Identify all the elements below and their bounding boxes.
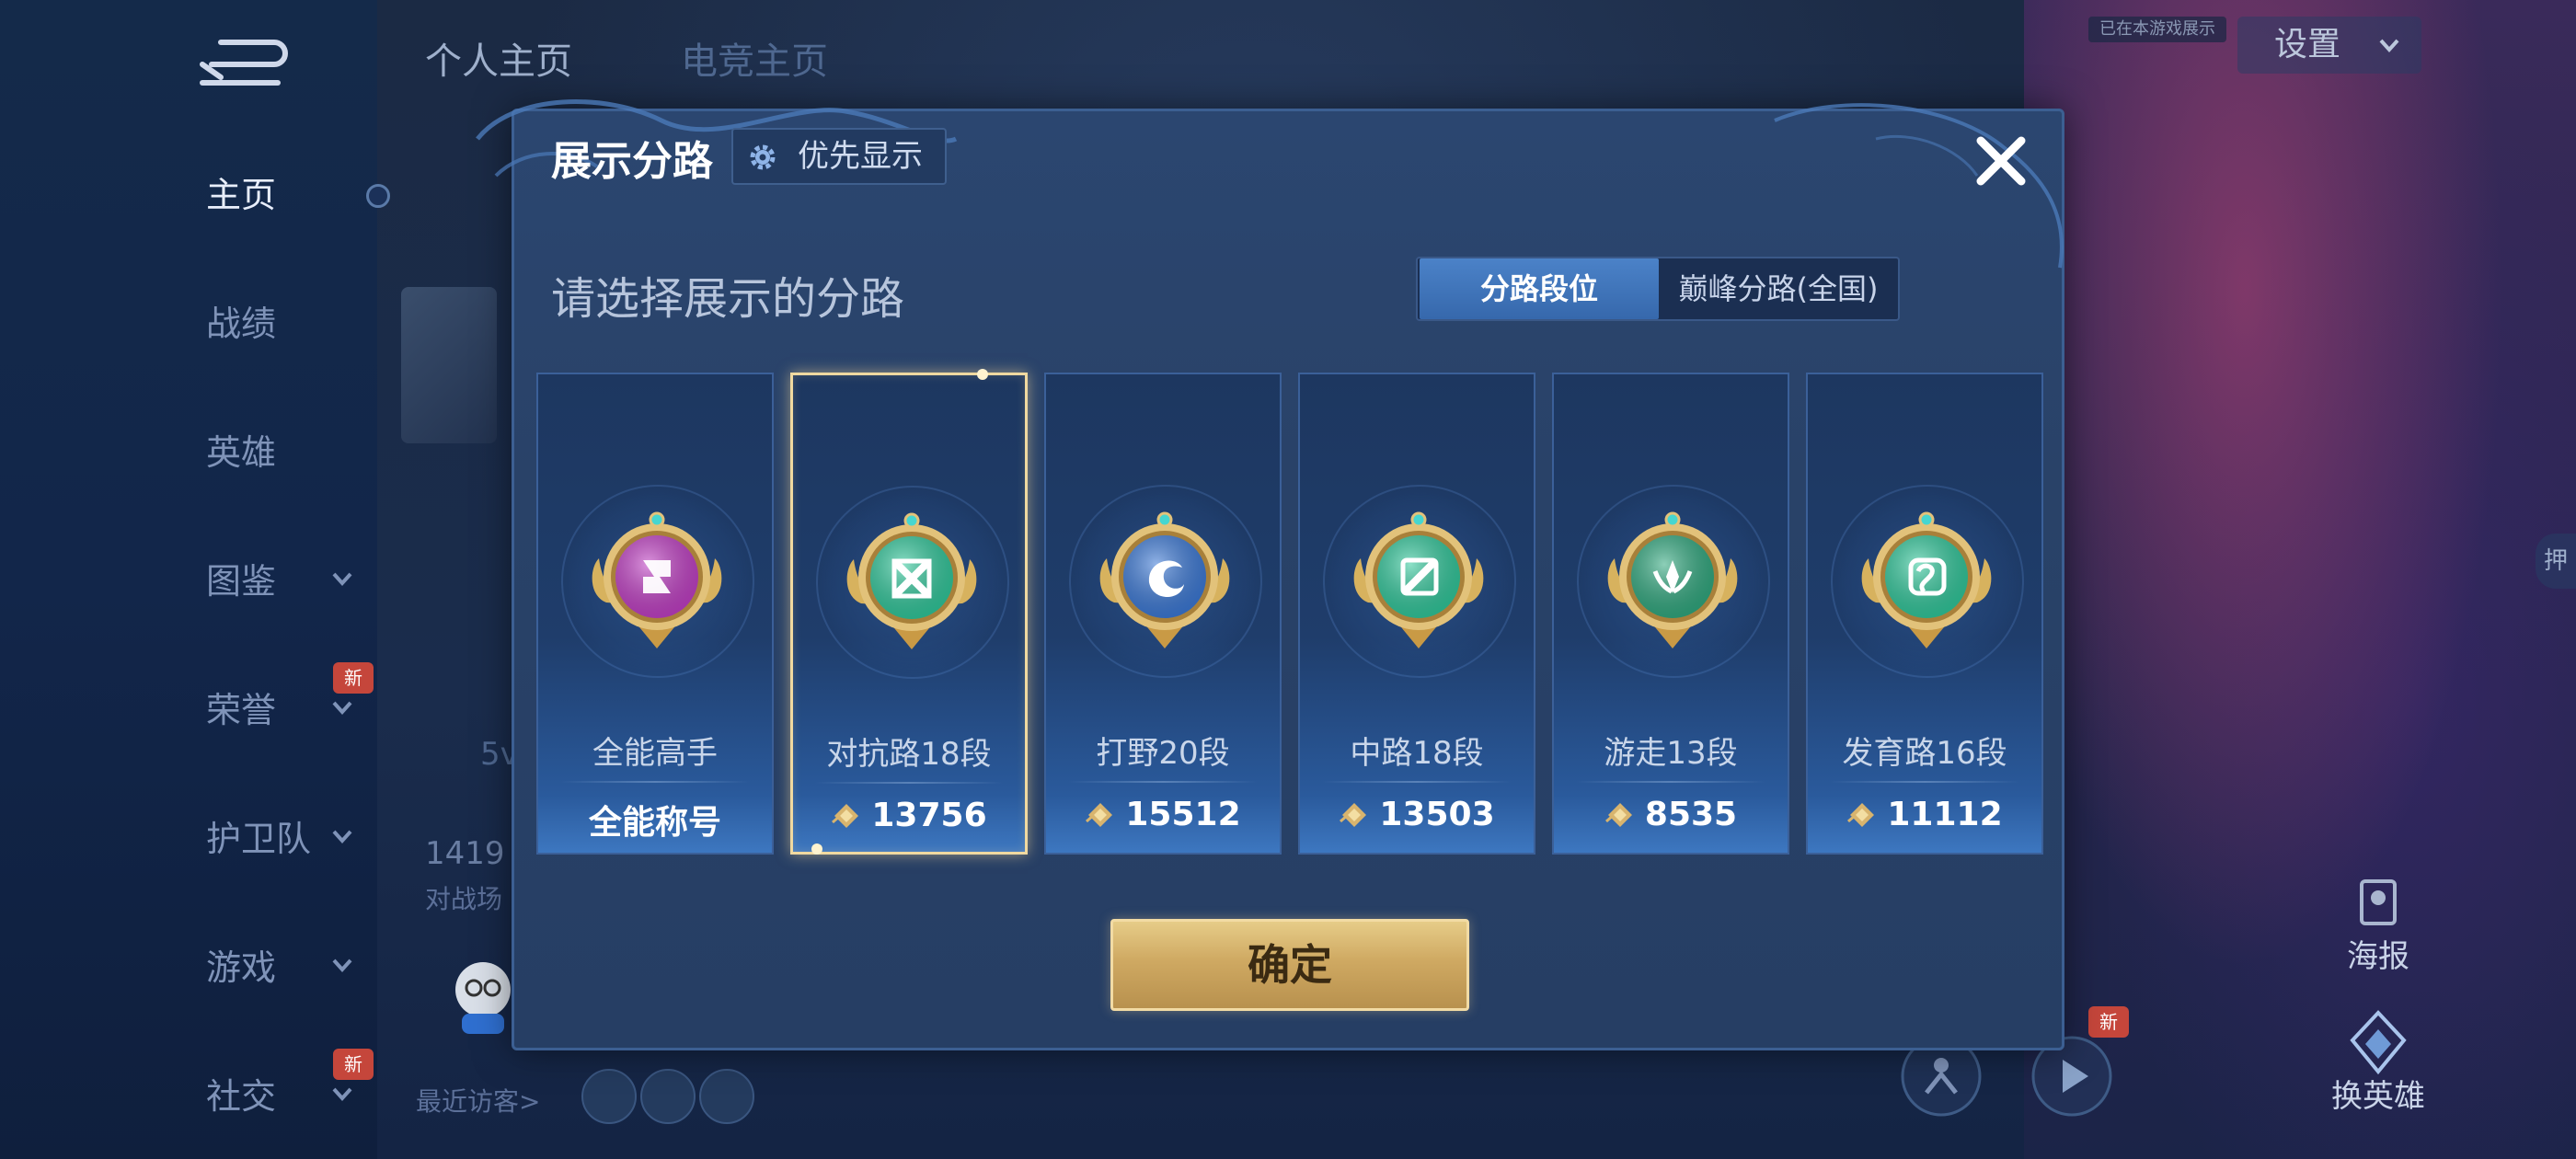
stat-label: 对战场 (425, 884, 503, 914)
sidebar-item-heroes[interactable]: 英雄 (147, 425, 386, 480)
farm-lane-badge-icon (1861, 511, 1992, 648)
tab-lane-rank[interactable]: 分路段位 (1420, 258, 1659, 319)
back-arrow-icon[interactable] (193, 37, 294, 88)
dialog-title: 展示分路 (551, 138, 713, 185)
mid-lane-badge-icon (1353, 511, 1484, 648)
sidebar-item-label: 荣誉 (206, 690, 277, 730)
lane-score: 11112 (1808, 796, 2041, 833)
sidebar-item-label: 主页 (206, 175, 277, 215)
card-divider (1576, 781, 1765, 783)
lane-score-value: 全能称号 (588, 804, 721, 842)
select-lane-heading: 请选择展示的分路 (551, 273, 905, 325)
sidebar-item-label: 社交 (206, 1076, 277, 1117)
clash-lane-badge-icon (846, 512, 977, 649)
sidebar-item-stats[interactable]: 战绩 (147, 296, 386, 351)
visitor-avatar[interactable] (699, 1069, 754, 1124)
lane-card[interactable]: 中路18段 13503 (1298, 373, 1535, 855)
change-hero-icon[interactable] (2341, 1007, 2415, 1081)
sidebar-item-label: 英雄 (206, 432, 277, 473)
chevron-down-icon (332, 1087, 352, 1101)
lane-score-value: 13503 (1379, 796, 1495, 833)
lane-rank-name: 游走13段 (1604, 735, 1738, 772)
edge-toggle[interactable]: 押 (2536, 534, 2576, 589)
chevron-down-icon (2379, 39, 2399, 52)
lane-card[interactable]: 游走13段 8535 (1552, 373, 1789, 855)
card-divider (1830, 781, 2019, 783)
chevron-down-icon (332, 958, 352, 972)
sidebar-item-guard-team[interactable]: 护卫队 (147, 811, 386, 866)
sidebar-item-collection[interactable]: 图鉴 (147, 554, 386, 609)
rank-type-toggle: 分路段位 巅峰分路(全国) (1416, 257, 1900, 321)
card-divider (1322, 781, 1512, 783)
priority-display-button[interactable]: 优先显示 (731, 128, 947, 185)
lane-score-value: 15512 (1125, 796, 1241, 833)
roam-badge-icon (1607, 511, 1738, 648)
jungle-badge-icon (1099, 511, 1230, 648)
lane-card[interactable]: 发育路16段 11112 (1806, 373, 2043, 855)
lane-score-value: 8535 (1644, 796, 1738, 833)
sidebar-item-home[interactable]: 主页 (147, 167, 386, 223)
new-badge: 新 (333, 662, 374, 694)
lane-rank-name: 中路18段 (1350, 735, 1484, 772)
tab-personal-home[interactable]: 个人主页 (425, 31, 572, 85)
stat-number: 1419 (425, 835, 505, 872)
selection-corner-dot (977, 369, 988, 380)
tab-peak-lane-national[interactable]: 巅峰分路(全国) (1659, 258, 1898, 319)
card-divider (560, 781, 750, 783)
sidebar-item-label: 护卫队 (206, 819, 312, 859)
display-lane-dialog: 展示分路 优先显示 请选择展示的分路 分路段位 巅峰分路(全国) 全能高手全能称… (476, 99, 2064, 1050)
lane-rank-name: 打野20段 (1096, 735, 1230, 772)
settings-label: 设置 (2274, 26, 2341, 63)
peak-points-icon (1086, 803, 1113, 827)
sidebar-item-label: 游戏 (206, 947, 277, 988)
confirm-button[interactable]: 确定 (1110, 919, 1469, 1011)
peak-points-icon (832, 804, 859, 828)
recent-visitors-link[interactable]: 最近访客> (416, 1082, 540, 1119)
lane-score: 全能称号 (538, 796, 772, 843)
lane-score: 13503 (1300, 796, 1534, 833)
lane-score-value: 13756 (871, 797, 987, 834)
close-icon[interactable] (1968, 128, 2034, 194)
profile-card-thumbnail (401, 287, 497, 443)
peak-points-icon (1847, 803, 1875, 827)
lane-card[interactable]: 全能高手 全能称号 (536, 373, 774, 855)
gear-icon (750, 144, 776, 170)
lane-card[interactable]: 打野20段 15512 (1044, 373, 1282, 855)
selection-corner-dot (811, 843, 822, 855)
sidebar-item-games[interactable]: 游戏 (147, 940, 386, 995)
peak-points-icon (1604, 803, 1632, 827)
priority-display-label: 优先显示 (798, 138, 923, 175)
tab-esports-home[interactable]: 电竞主页 (681, 31, 828, 85)
visitor-avatar[interactable] (581, 1069, 637, 1124)
new-badge: 新 (333, 1049, 374, 1080)
sidebar-item-label: 战绩 (206, 304, 277, 344)
lane-score: 15512 (1046, 796, 1280, 833)
lane-rank-name: 全能高手 (592, 735, 718, 772)
hero-showcase-background (2024, 0, 2576, 1159)
settings-button[interactable]: 设置 (2237, 17, 2421, 74)
lane-score: 13756 (793, 797, 1025, 834)
lane-card[interactable]: 对抗路18段 13756 (790, 369, 1028, 855)
poster-label[interactable]: 海报 (2314, 931, 2443, 976)
versatile-badge-icon (592, 511, 722, 648)
card-divider (1068, 781, 1258, 783)
chevron-down-icon (332, 830, 352, 843)
lane-rank-name: 对抗路18段 (826, 736, 992, 773)
chevron-down-icon (332, 572, 352, 586)
chevron-down-icon (332, 701, 352, 715)
change-hero-label[interactable]: 换英雄 (2314, 1071, 2443, 1116)
lane-rank-name: 发育路16段 (1842, 735, 2007, 772)
visitor-avatar[interactable] (640, 1069, 696, 1124)
card-divider (815, 782, 1003, 784)
lane-score-value: 11112 (1887, 796, 2003, 833)
peak-points-icon (1340, 803, 1367, 827)
sidebar-item-label: 图鉴 (206, 561, 277, 602)
lane-score: 8535 (1554, 796, 1788, 833)
display-status-chip: 已在本游戏展示 (2088, 17, 2226, 42)
cloud-ornament-icon (1774, 103, 2064, 269)
